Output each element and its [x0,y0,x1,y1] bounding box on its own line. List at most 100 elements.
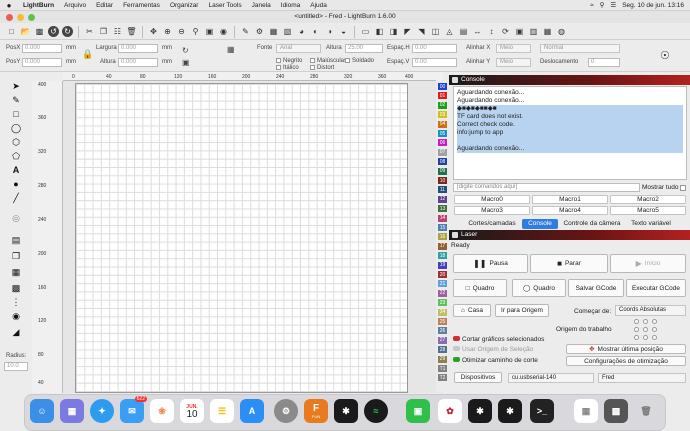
quadro1-button[interactable]: □ Quadro [453,279,507,297]
clock[interactable]: Seg. 10 de jun. 13:16 [622,2,684,9]
color-swatch[interactable]: 13 [438,205,447,213]
cortar-switch[interactable] [453,336,460,341]
dispositivos-button[interactable]: Dispositivos [454,372,502,383]
color-swatch[interactable]: 19 [438,261,447,269]
grid-array-icon[interactable]: ▦ [542,26,553,37]
menu-organizar[interactable]: Organizar [165,2,204,9]
camera-overlay-icon[interactable]: ☉ [660,49,670,62]
italico-check[interactable] [276,65,281,70]
color-swatch[interactable]: 14 [438,214,447,222]
salvar-gcode-button[interactable]: Salvar GCode [568,279,624,297]
array-tool-icon[interactable]: ▦ [10,266,22,278]
zoom-out-icon[interactable]: ⊖ [176,26,187,37]
comecar-select[interactable]: Coords Absolutas [615,305,686,316]
settings-icon[interactable]: ⚙ [254,26,265,37]
usar-origem-switch[interactable] [453,346,460,351]
tab-cortes-camadas[interactable]: Cortes/camadas [464,219,520,229]
window-preview-icon[interactable]: ▩ [604,399,628,423]
offset-icon[interactable]: ◍ [556,26,567,37]
espv-input[interactable]: 0.00 [412,58,457,67]
menu-arquivo[interactable]: Arquivo [59,2,91,9]
flip-h-icon[interactable]: ↔ [472,26,483,37]
boolean-subtract-icon[interactable]: ◑ [324,26,335,37]
close-window-icon[interactable] [6,14,13,21]
photos-icon[interactable]: ❀ [150,399,174,423]
color-swatch[interactable]: 26 [438,327,447,335]
origin-radio[interactable] [643,319,648,324]
new-file-icon[interactable]: □ [6,26,17,37]
import-icon[interactable]: ↺ [48,26,59,37]
console-output[interactable]: Aguardando conexão... Aguardando conexão.… [453,86,687,180]
origin-radio[interactable] [652,335,657,340]
paste-icon[interactable]: ☷ [112,26,123,37]
color-swatch[interactable]: 15 [438,224,447,231]
zoom-fit-icon[interactable]: ⚲ [190,26,201,37]
flip-v-icon[interactable]: ↕ [486,26,497,37]
menu-editar[interactable]: Editar [91,2,118,9]
menu-app[interactable]: LightBurn [18,2,59,9]
menu-idioma[interactable]: Idioma [276,2,306,9]
parar-button[interactable]: ■ Parar [530,254,608,273]
zoom-window-icon[interactable] [28,14,35,21]
app-store-icon[interactable]: A [240,399,264,423]
casa-button[interactable]: ⌂ Casa [453,304,491,317]
color-swatch[interactable]: 22 [438,289,447,297]
origin-radio[interactable] [634,327,639,332]
altura-input[interactable]: 0.000 [118,58,158,67]
app-icon-4[interactable]: ✱ [498,399,522,423]
boolean-union-icon[interactable]: ◐ [310,26,321,37]
cut-icon[interactable]: ✂ [84,26,95,37]
align-top-icon[interactable]: ◤ [402,26,413,37]
posy-input[interactable]: 0.000 [22,58,62,67]
color-swatch[interactable]: 11 [438,186,447,194]
largura-input[interactable]: 0.000 [118,44,158,53]
system-settings-icon[interactable]: ⚙ [274,399,298,423]
trash-icon[interactable]: 🗑 [634,399,658,423]
executar-gcode-button[interactable]: Executar GCode [626,279,686,297]
show-all-checkbox[interactable] [680,185,686,191]
position-laser-icon[interactable]: ● [10,178,22,190]
app-icon-3[interactable]: ✱ [468,399,492,423]
move-icon[interactable]: ✥ [148,26,159,37]
origin-radio[interactable] [634,319,639,324]
color-swatch[interactable]: 23 [438,299,447,307]
macro4-button[interactable]: Macro4 [532,206,608,215]
cortar-toggle[interactable]: Cortar gráficos selecionados [453,336,544,343]
mirror-icon[interactable]: ▣ [514,26,525,37]
otimizar-toggle[interactable]: Otimizar caminho de corte [453,357,538,364]
color-swatch[interactable]: 12 [438,195,447,203]
minimize-window-icon[interactable] [17,14,24,21]
origin-radio[interactable] [643,327,648,332]
distribute-icon[interactable]: ▤ [458,26,469,37]
wifi-icon[interactable]: ≈ [590,2,594,9]
offset-tool-icon[interactable]: ◎ [10,212,22,224]
measure-tool-icon[interactable]: ╱ [10,192,22,204]
menu-ajuda[interactable]: Ajuda [305,2,332,9]
rotate-icon[interactable]: ⟳ [500,26,511,37]
apple-icon[interactable]: ● [0,1,18,10]
negrito-checkbox[interactable]: Negrito [276,58,302,64]
boolean-intersect-icon[interactable]: ◒ [338,26,349,37]
polygon-tool-icon[interactable]: ⬡ [10,136,22,148]
grid-tool-icon[interactable]: ▩ [10,282,22,294]
soldado-check[interactable] [345,58,350,63]
font-style-select[interactable]: Normal [540,44,620,53]
menu-janela[interactable]: Janela [247,2,276,9]
distort-checkbox[interactable]: Distort [310,65,334,71]
color-swatch[interactable]: 08 [438,158,447,166]
color-swatch[interactable]: 03 [438,111,447,119]
align-left-icon[interactable]: ◧ [374,26,385,37]
ungroup-icon[interactable]: ▧ [282,26,293,37]
maiusculas-checkbox[interactable]: Maiúsculas [310,58,347,64]
lock-icon[interactable]: 🔒 [82,49,93,60]
origin-radio[interactable] [643,335,648,340]
device-select[interactable]: Fred [598,373,686,383]
radius-input[interactable]: 10.0 [4,362,28,371]
alinhx-select[interactable]: Meio [496,44,531,53]
color-swatch[interactable]: 07 [438,148,447,156]
facetime-icon[interactable]: ▣ [406,399,430,423]
zoom-page-icon[interactable]: ▣ [204,26,215,37]
workspace-canvas[interactable] [75,83,408,393]
menu-ferramentas[interactable]: Ferramentas [118,2,165,9]
launchpad-icon[interactable]: ▦ [60,399,84,423]
